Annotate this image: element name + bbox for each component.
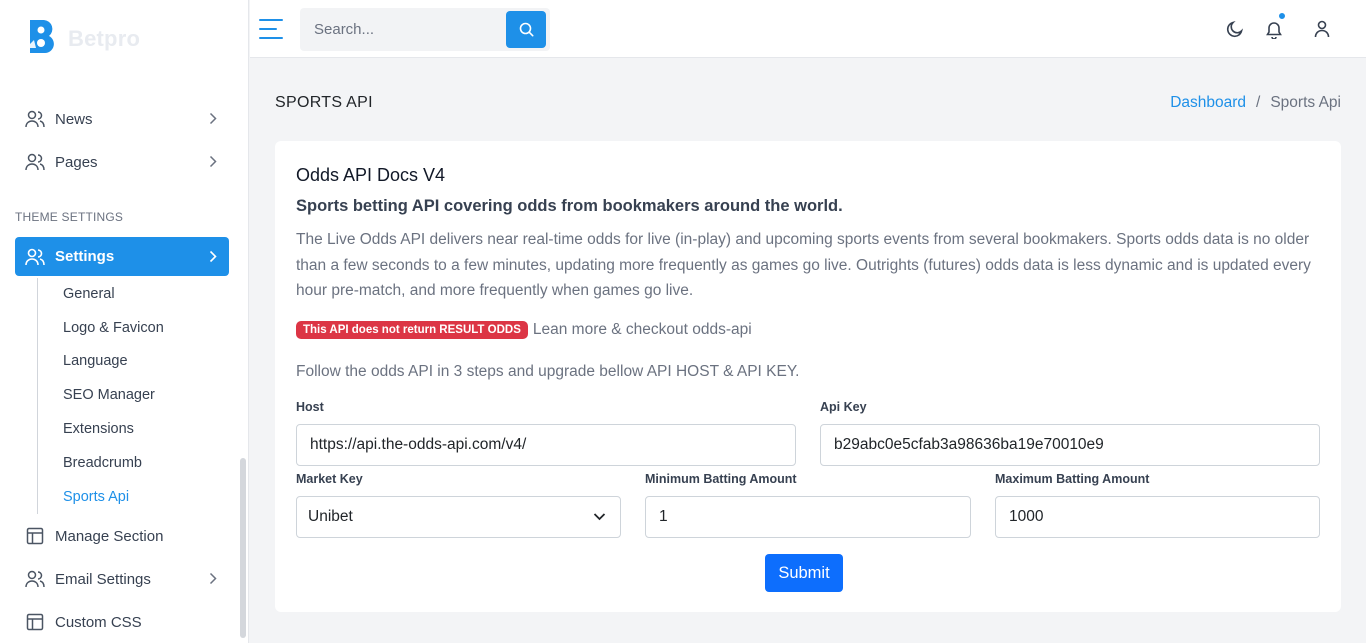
submenu-item-extensions[interactable]: Extensions (63, 421, 134, 437)
submenu-item-breadcrumb[interactable]: Breadcrumb (63, 455, 142, 471)
submenu-item-language[interactable]: Language (63, 353, 128, 369)
submenu-item-sports-api[interactable]: Sports Api (63, 489, 129, 505)
sidebar-scrollbar[interactable] (240, 458, 246, 638)
chevron-right-icon (209, 155, 217, 172)
sidebar-item-label: Settings (55, 248, 115, 265)
market-key-select[interactable]: Unibet (296, 496, 621, 538)
host-field[interactable] (296, 424, 796, 466)
steps-text: Follow the odds API in 3 steps and upgra… (296, 363, 800, 380)
logo-icon (26, 18, 60, 59)
card-title: Odds API Docs V4 (296, 165, 446, 185)
chevron-right-icon (209, 572, 217, 589)
max-amount-field[interactable] (995, 496, 1320, 538)
market-key-label: Market Key (296, 472, 363, 486)
max-amount-label: Maximum Batting Amount (995, 472, 1150, 486)
brand-logo[interactable]: Betpro (26, 18, 140, 59)
breadcrumb-separator: / (1256, 94, 1261, 111)
submenu-item-general[interactable]: General (63, 286, 115, 302)
sidebar-item-email-settings[interactable]: Email Settings (15, 561, 229, 597)
submit-button[interactable]: Submit (765, 554, 843, 592)
min-amount-field[interactable] (645, 496, 971, 538)
chevron-right-icon (209, 250, 217, 267)
topbar (250, 0, 1366, 58)
bell-icon[interactable] (1263, 12, 1286, 40)
odds-api-link[interactable]: Lean more & checkout odds-api (533, 321, 752, 339)
layout-icon (25, 526, 45, 546)
sidebar-item-manage-section[interactable]: Manage Section (15, 518, 229, 554)
search-box (300, 8, 550, 51)
host-label: Host (296, 400, 324, 414)
card-subtitle: Sports betting API covering odds from bo… (296, 197, 843, 215)
submenu-item-logo-favicon[interactable]: Logo & Favicon (63, 320, 164, 336)
sports-api-card: Odds API Docs V4 Sports betting API cove… (275, 141, 1341, 612)
notification-dot (1278, 12, 1286, 20)
card-description: The Live Odds API delivers near real-tim… (296, 231, 1311, 299)
sidebar-item-label: Manage Section (55, 527, 164, 545)
notice-row: This API does not return RESULT ODDS Lea… (296, 321, 752, 339)
api-key-field[interactable] (820, 424, 1320, 466)
users-icon (25, 569, 45, 589)
moon-icon[interactable] (1224, 18, 1246, 40)
sidebar: Betpro News Pages THEME SETTINGS Setting… (0, 0, 249, 643)
menu-toggle-icon[interactable] (259, 18, 283, 40)
sidebar-item-custom-css[interactable]: Custom CSS (15, 604, 229, 640)
sidebar-item-label: Pages (55, 153, 98, 171)
search-icon (519, 22, 534, 37)
sidebar-item-news[interactable]: News (15, 101, 229, 137)
sidebar-item-label: Custom CSS (55, 613, 142, 631)
users-icon (25, 152, 45, 172)
warning-badge: This API does not return RESULT ODDS (296, 321, 528, 339)
api-key-label: Api Key (820, 400, 867, 414)
breadcrumb-current: Sports Api (1270, 94, 1341, 111)
chevron-right-icon (209, 112, 217, 129)
search-button[interactable] (506, 11, 546, 48)
search-input[interactable] (300, 8, 506, 51)
market-key-value: Unibet (308, 508, 353, 525)
sidebar-item-label: Email Settings (55, 570, 151, 588)
chevron-down-icon (593, 510, 606, 528)
users-icon (25, 247, 45, 267)
page-title: SPORTS API (275, 94, 373, 111)
user-icon[interactable] (1311, 18, 1333, 40)
breadcrumb-dashboard-link[interactable]: Dashboard (1170, 94, 1246, 112)
settings-submenu: General Logo & Favicon Language SEO Mana… (37, 278, 227, 514)
sidebar-section-title: THEME SETTINGS (15, 210, 124, 224)
submenu-item-seo-manager[interactable]: SEO Manager (63, 387, 155, 403)
breadcrumb: Dashboard / Sports Api (1170, 94, 1341, 112)
min-amount-label: Minimum Batting Amount (645, 472, 797, 486)
layout-icon (25, 612, 45, 632)
brand-name: Betpro (68, 25, 141, 51)
sidebar-item-pages[interactable]: Pages (15, 144, 229, 180)
sidebar-item-settings[interactable]: Settings (15, 237, 229, 276)
users-icon (25, 109, 45, 129)
sidebar-item-label: News (55, 110, 93, 128)
